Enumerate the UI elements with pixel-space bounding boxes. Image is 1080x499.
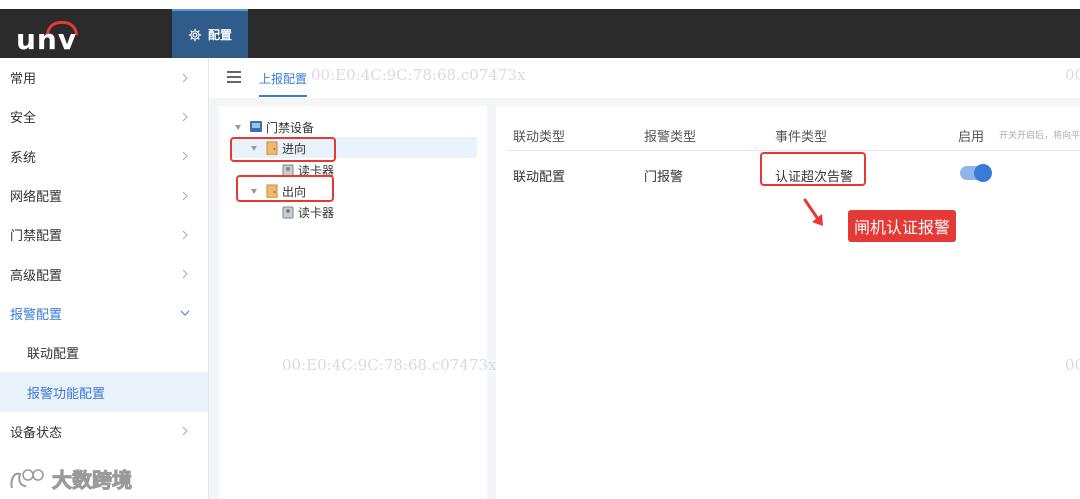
chevron-down-icon xyxy=(180,311,190,317)
annotation-box-event xyxy=(760,152,866,186)
access-device-icon xyxy=(250,121,262,132)
tree-node-root[interactable]: 门禁设备 xyxy=(235,118,314,136)
sidebar-item-label: 联动配置 xyxy=(27,347,80,363)
sidebar-item-label: 设备状态 xyxy=(10,425,63,441)
mac-watermark: 00:E0:4C:9C:78:68.c07473x xyxy=(311,66,526,84)
annotation-box-in xyxy=(230,137,336,162)
toggle-knob xyxy=(974,164,992,182)
header-divider xyxy=(506,150,1080,151)
sidebar-item-label: 高级配置 xyxy=(10,268,63,284)
tab-config[interactable]: 配置 xyxy=(172,9,248,58)
brand-logo-icon xyxy=(10,468,44,488)
annotation-arrow-icon xyxy=(803,198,823,226)
chevron-right-icon xyxy=(182,73,188,82)
logo-text: unv xyxy=(16,23,78,56)
annotation-box-out xyxy=(236,175,334,202)
enable-toggle[interactable] xyxy=(960,164,992,182)
expand-arrow-icon[interactable] xyxy=(235,124,241,130)
mac-watermark: 00:E0:4C:9C:78:68.c07473x xyxy=(282,356,497,374)
menu-icon[interactable] xyxy=(227,71,241,83)
brand-watermark-text: 大数跨境 xyxy=(52,468,133,493)
sidebar-item-label: 门禁配置 xyxy=(10,229,63,245)
sidebar: 常用 安全 系统 网络配置 门禁配置 高级配置 报警配置 联动配置 报警功能配置… xyxy=(0,58,209,499)
tree-node-label: 读卡器 xyxy=(298,205,335,220)
column-header-enable: 启用 xyxy=(958,130,985,145)
card-reader-icon xyxy=(282,206,294,219)
brand-watermark: 大数跨境 xyxy=(8,464,133,493)
sidebar-item-security[interactable]: 安全 xyxy=(0,97,208,136)
device-tree: 门禁设备 进向 读卡器 出向 读卡器 xyxy=(219,106,487,499)
sidebar-item-device-status[interactable]: 设备状态 xyxy=(0,412,208,451)
chevron-right-icon xyxy=(182,426,188,436)
sidebar-item-alarm[interactable]: 报警配置 xyxy=(0,294,208,333)
annotation-callout: 闸机认证报警 xyxy=(848,210,957,242)
sidebar-item-access[interactable]: 门禁配置 xyxy=(0,215,208,254)
chevron-right-icon xyxy=(182,230,188,240)
top-bar: unv 配置 xyxy=(0,9,1080,58)
window-top-margin xyxy=(0,0,1080,9)
sidebar-item-label: 常用 xyxy=(10,72,37,88)
gear-icon xyxy=(188,28,202,41)
column-header-alarm-type: 报警类型 xyxy=(644,130,697,145)
chevron-right-icon xyxy=(182,269,188,279)
sidebar-item-label: 安全 xyxy=(10,111,37,127)
sidebar-item-alarm-function[interactable]: 报警功能配置 xyxy=(0,372,208,412)
edge-watermark: 00 xyxy=(1065,66,1080,84)
tree-node-out-reader[interactable]: 读卡器 xyxy=(281,203,334,221)
sidebar-item-label: 报警配置 xyxy=(10,307,63,323)
column-header-linkage: 联动类型 xyxy=(513,130,566,145)
chevron-right-icon xyxy=(182,151,188,161)
tab-report-config[interactable]: 上报配置 xyxy=(259,70,308,97)
sidebar-item-label: 网络配置 xyxy=(10,190,63,206)
chevron-right-icon xyxy=(182,112,188,122)
alarm-table: 联动类型 报警类型 事件类型 启用 开关开启后，将向平 联动配置 门报警 认证超… xyxy=(496,106,1080,499)
sidebar-item-common[interactable]: 常用 xyxy=(0,58,208,97)
sidebar-item-advanced[interactable]: 高级配置 xyxy=(0,254,208,293)
enable-hint: 开关开启后，将向平 xyxy=(999,131,1080,141)
sidebar-item-label: 报警功能配置 xyxy=(27,386,106,402)
sidebar-item-linkage[interactable]: 联动配置 xyxy=(0,333,208,372)
chevron-right-icon xyxy=(182,191,188,200)
sidebar-item-system[interactable]: 系统 xyxy=(0,137,208,176)
column-header-event-type: 事件类型 xyxy=(775,130,828,145)
edge-watermark: 00 xyxy=(1065,356,1080,374)
unv-logo: unv xyxy=(16,19,96,56)
sidebar-item-network[interactable]: 网络配置 xyxy=(0,176,208,215)
main-content: 上报配置 门禁设备 进向 读卡器 出向 读卡器 联动类型 报警类型 事件类型 启… xyxy=(209,58,1080,499)
tab-config-label: 配置 xyxy=(207,28,232,42)
tree-node-label: 门禁设备 xyxy=(266,120,315,135)
sidebar-item-label: 系统 xyxy=(10,150,37,166)
cell-alarm-type: 门报警 xyxy=(644,170,684,185)
cell-linkage: 联动配置 xyxy=(513,170,566,185)
